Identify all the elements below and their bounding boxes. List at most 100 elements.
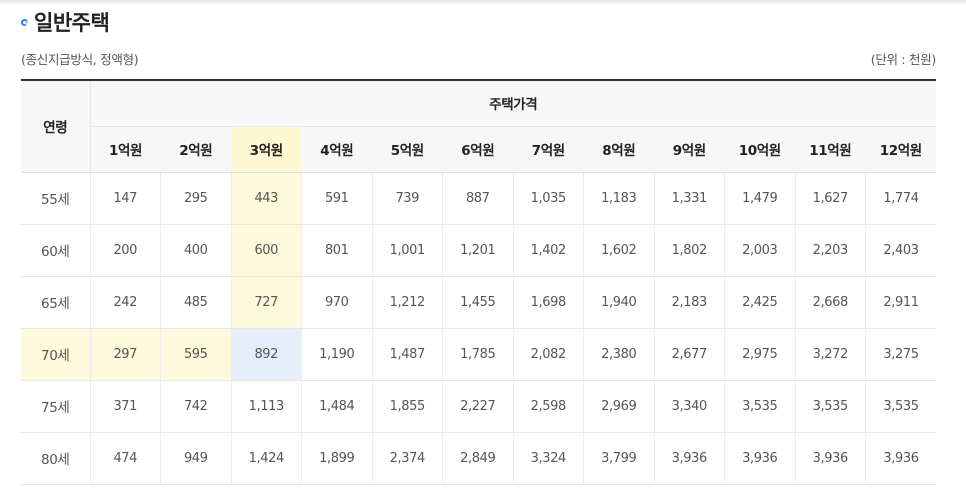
value-cell: 3,340 <box>654 380 725 433</box>
value-cell: 2,380 <box>583 328 655 381</box>
value-cell: 3,799 <box>583 432 655 485</box>
age-header: 연령 <box>21 80 91 173</box>
age-cell: 80세 <box>21 432 91 485</box>
value-cell: 2,677 <box>654 328 725 381</box>
value-cell: 242 <box>90 276 161 329</box>
value-cell: 1,899 <box>301 432 373 485</box>
value-cell: 1,331 <box>654 172 725 225</box>
value-cell: 727 <box>231 276 302 329</box>
payment-type-note: (종신지급방식, 정액형) <box>21 52 139 67</box>
value-cell: 1,424 <box>231 432 302 485</box>
value-cell: 1,455 <box>442 276 514 329</box>
column-header-price: 3억원 <box>231 126 302 173</box>
value-cell: 3,535 <box>795 380 866 433</box>
value-cell: 1,183 <box>583 172 655 225</box>
value-cell: 443 <box>231 172 302 225</box>
value-cell: 371 <box>90 380 161 433</box>
value-cell: 3,535 <box>724 380 796 433</box>
value-cell: 801 <box>301 224 373 277</box>
value-cell: 3,275 <box>865 328 937 381</box>
bullet-icon <box>20 17 29 27</box>
column-header-price: 5억원 <box>372 126 443 173</box>
column-header-price: 10억원 <box>724 126 795 173</box>
age-cell: 70세 <box>21 328 91 381</box>
value-cell: 2,911 <box>865 276 937 329</box>
value-cell: 1,802 <box>654 224 725 277</box>
house-price-header: 주택가격 <box>90 80 937 126</box>
table-row: 70세 297 595 892 1,190 1,487 1,785 2,082 2,380 2,6… <box>21 328 937 381</box>
value-cell: 2,668 <box>795 276 866 329</box>
value-cell: 970 <box>301 276 373 329</box>
value-cell: 591 <box>301 172 373 225</box>
unit-note: (단위 : 천원) <box>870 52 937 67</box>
value-cell: 1,602 <box>583 224 655 277</box>
value-cell: 887 <box>442 172 514 225</box>
value-cell: 1,479 <box>724 172 796 225</box>
value-cell: 1,113 <box>231 380 302 433</box>
column-header-price: 12억원 <box>865 126 937 173</box>
value-cell: 1,201 <box>442 224 514 277</box>
table-row: 60세 200 400 600 801 1,001 1,201 1,402 1,602 1,802… <box>21 224 937 277</box>
column-header-price: 4억원 <box>301 126 372 173</box>
section-header: 일반주택 <box>20 8 110 36</box>
column-header-price: 11억원 <box>795 126 866 173</box>
value-cell: 2,598 <box>513 380 584 433</box>
value-cell: 1,487 <box>372 328 443 381</box>
column-header-price: 7억원 <box>513 126 584 173</box>
value-cell: 1,190 <box>301 328 373 381</box>
column-header-price: 8억원 <box>583 126 654 173</box>
column-header-price: 2억원 <box>160 126 231 173</box>
value-cell: 485 <box>160 276 232 329</box>
value-cell: 2,227 <box>442 380 514 433</box>
value-cell: 742 <box>160 380 232 433</box>
value-cell: 1,035 <box>513 172 584 225</box>
value-cell: 474 <box>90 432 161 485</box>
value-cell: 892 <box>231 328 302 381</box>
value-cell: 3,936 <box>795 432 866 485</box>
value-cell: 2,374 <box>372 432 443 485</box>
value-cell: 1,402 <box>513 224 584 277</box>
value-cell: 2,969 <box>583 380 655 433</box>
value-cell: 147 <box>90 172 161 225</box>
age-cell: 65세 <box>21 276 91 329</box>
value-cell: 200 <box>90 224 161 277</box>
value-cell: 1,785 <box>442 328 514 381</box>
value-cell: 3,535 <box>865 380 937 433</box>
value-cell: 295 <box>160 172 232 225</box>
table-row: 55세 147 295 443 591 739 887 1,035 1,183 1,331 1,47… <box>21 172 937 225</box>
value-cell: 297 <box>90 328 161 381</box>
value-cell: 2,425 <box>724 276 796 329</box>
table-row: 65세 242 485 727 970 1,212 1,455 1,698 1,940 2,183… <box>21 276 937 329</box>
value-cell: 2,403 <box>865 224 937 277</box>
value-cell: 3,936 <box>865 432 937 485</box>
value-cell: 2,849 <box>442 432 514 485</box>
value-cell: 2,082 <box>513 328 584 381</box>
value-cell: 1,774 <box>865 172 937 225</box>
value-cell: 3,324 <box>513 432 584 485</box>
column-header-price: 6억원 <box>442 126 513 173</box>
age-cell: 75세 <box>21 380 91 433</box>
table-body: 55세 147 295 443 591 739 887 1,035 1,183 1,331 1,47… <box>21 172 937 485</box>
value-cell: 3,936 <box>724 432 796 485</box>
value-cell: 600 <box>231 224 302 277</box>
value-cell: 2,003 <box>724 224 796 277</box>
value-cell: 3,936 <box>654 432 725 485</box>
value-cell: 949 <box>160 432 232 485</box>
value-cell: 1,627 <box>795 172 866 225</box>
table-row: 80세 474 949 1,424 1,899 2,374 2,849 3,324 3,799 3… <box>21 432 937 485</box>
page: 일반주택 (종신지급방식, 정액형) (단위 : 천원) 연령 주택가격 1억원… <box>0 0 966 504</box>
value-cell: 2,183 <box>654 276 725 329</box>
top-shadow <box>0 0 966 5</box>
age-cell: 60세 <box>21 224 91 277</box>
column-header-price: 9억원 <box>654 126 725 173</box>
value-cell: 1,212 <box>372 276 443 329</box>
section-title: 일반주택 <box>34 11 110 35</box>
value-cell: 1,484 <box>301 380 373 433</box>
value-cell: 2,975 <box>724 328 796 381</box>
value-cell: 1,855 <box>372 380 443 433</box>
value-cell: 2,203 <box>795 224 866 277</box>
value-cell: 1,001 <box>372 224 443 277</box>
price-column-headers: 1억원 2억원 3억원 4억원 5억원 6억원 7억원 8억원 9억원 10억원 11억원 12억원 <box>21 126 937 173</box>
pension-table: 연령 주택가격 1억원 2억원 3억원 4억원 5억원 6억원 7억원 8억원 9억원 10억원 1… <box>21 79 937 485</box>
value-cell: 595 <box>160 328 232 381</box>
